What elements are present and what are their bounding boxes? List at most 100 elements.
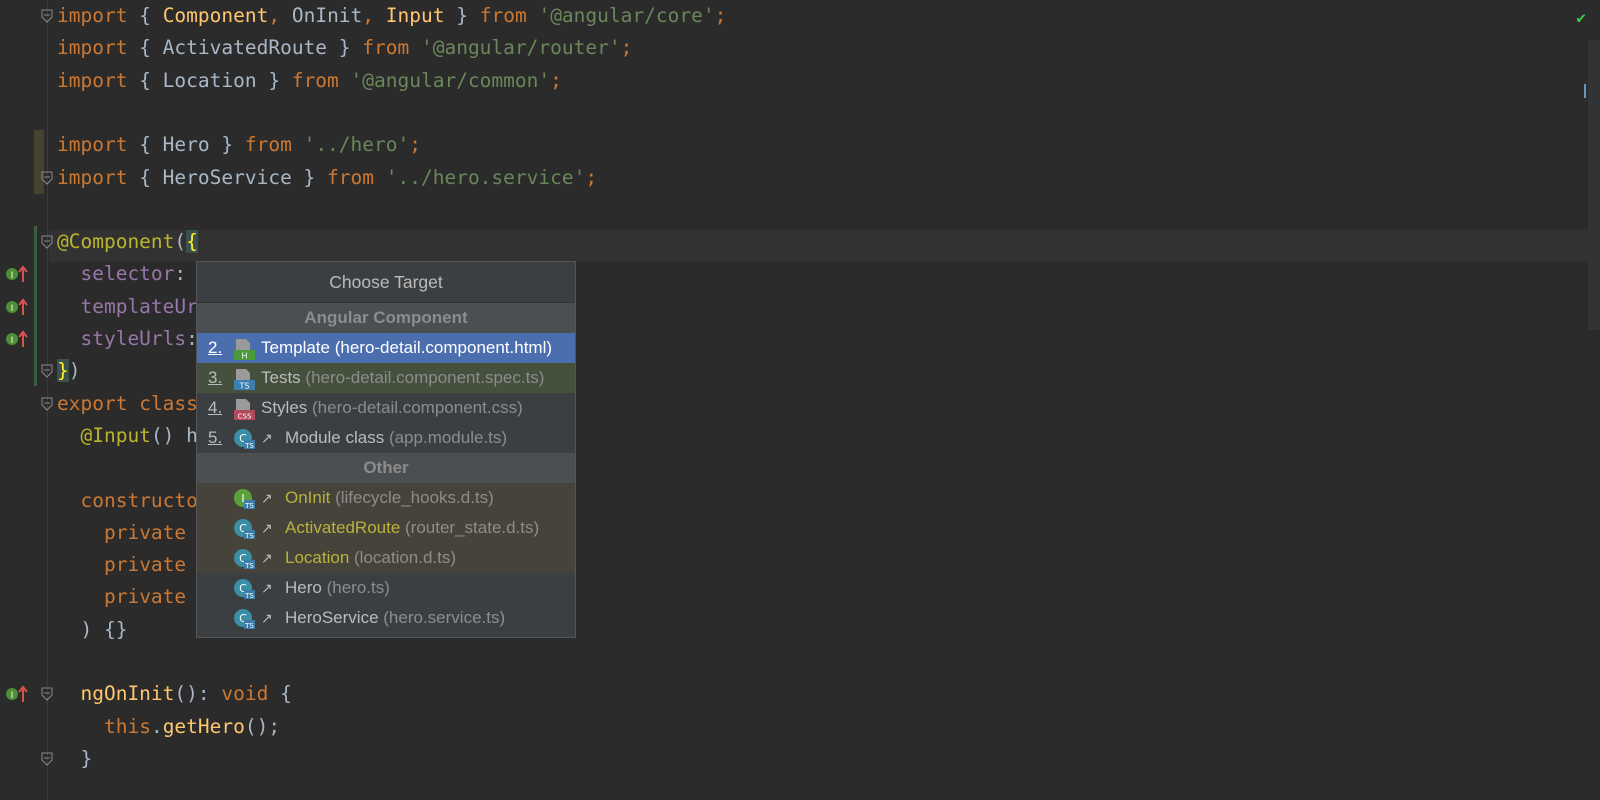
fold-toggle-icon[interactable] — [41, 752, 53, 766]
scrollbar[interactable] — [1588, 40, 1600, 330]
code-token: private — [103, 520, 187, 544]
code-token: ) {} — [57, 617, 128, 641]
target-item-tests[interactable]: 3. TS Tests (hero-detail.component.spec.ts… — [197, 363, 575, 393]
svg-text:TS: TS — [244, 622, 254, 630]
code-token: } — [444, 4, 480, 27]
mnemonic-number: 3. — [208, 368, 223, 387]
code-line[interactable]: import { Hero } from '../hero'; — [57, 129, 421, 161]
code-line[interactable]: ngOnInit(): void { — [57, 678, 291, 710]
code-line[interactable]: selector: — [57, 258, 186, 290]
code-token: ; — [620, 36, 633, 60]
css-file-icon: CSS — [233, 398, 255, 421]
code-line[interactable]: private — [57, 517, 186, 549]
code-line[interactable]: private — [57, 581, 186, 613]
code-token: } — [57, 746, 93, 770]
target-file: (location.d.ts) — [349, 548, 457, 567]
ts-interface-icon: I TS — [233, 488, 255, 510]
code-line[interactable]: import { Location } from '@angular/commo… — [57, 65, 562, 97]
implements-interface-icon[interactable]: I — [4, 264, 30, 284]
target-label: Template (hero-detail.component.html) — [261, 333, 552, 363]
code-token: templateUr — [80, 294, 198, 318]
svg-text:I: I — [11, 271, 14, 281]
fold-toggle-icon[interactable] — [41, 397, 53, 411]
code-line[interactable]: import { HeroService } from '../hero.ser… — [57, 162, 597, 194]
code-line[interactable]: } — [57, 743, 92, 775]
target-item-activatedroute[interactable]: C TS ↗ ActivatedRoute (router_state.d.ts) — [197, 513, 575, 543]
code-token: Component — [162, 4, 269, 27]
target-item-oninit[interactable]: I TS ↗ OnInit (lifecycle_hooks.d.ts) — [197, 483, 575, 513]
target-name: ActivatedRoute — [285, 518, 401, 537]
code-token: Input — [385, 4, 445, 27]
target-file: (hero-detail.component.html) — [329, 338, 553, 357]
target-label: Styles (hero-detail.component.css) — [261, 393, 523, 423]
implements-interface-icon[interactable]: I — [4, 684, 30, 704]
code-token: '../hero.service' — [385, 165, 586, 189]
target-item-hero[interactable]: C TS ↗ Hero (hero.ts) — [197, 573, 575, 603]
target-file: (hero.ts) — [321, 578, 390, 597]
choose-target-popup: Choose Target Angular Component 2. H Templ… — [196, 261, 576, 638]
code-token: ; — [714, 4, 727, 27]
implements-interface-icon[interactable]: I — [4, 297, 30, 317]
code-token: from — [327, 165, 375, 189]
ts-class-icon: C TS — [233, 578, 255, 600]
fold-toggle-icon[interactable] — [41, 9, 53, 23]
target-item-location[interactable]: C TS ↗ Location (location.d.ts) — [197, 543, 575, 573]
code-token: ; — [585, 165, 598, 189]
code-token: import — [57, 68, 128, 92]
code-line[interactable]: @Input() h — [57, 420, 197, 452]
code-token: from — [362, 36, 410, 60]
target-name: Hero — [285, 578, 322, 597]
target-item-styles[interactable]: 4. CSS Styles (hero-detail.component.css) — [197, 393, 575, 423]
code-token: } — [57, 359, 69, 383]
test-file-icon: TS — [233, 368, 255, 391]
target-item-module-class[interactable]: 5. C TS ↗ Module class (app.module.ts) — [197, 423, 575, 453]
code-token: ; — [550, 68, 562, 92]
check-icon[interactable]: ✔ — [1576, 8, 1586, 27]
implements-interface-icon[interactable]: I — [4, 329, 30, 349]
ts-class-icon: C TS — [233, 428, 255, 450]
target-item-template[interactable]: 2. H Template (hero-detail.component.html) — [197, 333, 575, 363]
fold-toggle-icon[interactable] — [41, 235, 53, 249]
code-line[interactable]: }) — [57, 355, 81, 387]
target-name: Location — [285, 548, 350, 567]
code-token: ngOnInit — [80, 682, 175, 706]
code-line[interactable]: @Component({ — [57, 226, 198, 258]
code-token: '@angular/common' — [350, 68, 551, 92]
code-line[interactable]: private — [57, 549, 186, 581]
code-line[interactable]: this.getHero(); — [57, 711, 280, 743]
scrollbar-mark — [1584, 84, 1586, 98]
code-token: '../hero' — [303, 133, 410, 157]
fold-toggle-icon[interactable] — [41, 364, 53, 379]
code-line[interactable]: ) {} — [57, 614, 127, 646]
vcs-change-marker[interactable] — [34, 226, 37, 386]
ts-class-icon: C TS — [233, 608, 255, 630]
code-token: selector — [80, 262, 175, 286]
target-item-heroservice[interactable]: C TS ↗ HeroService (hero.service.ts) — [197, 603, 575, 633]
code-line[interactable]: import { Component, OnInit, Input } from… — [57, 0, 726, 32]
code-line[interactable]: constructo — [57, 485, 198, 517]
code-line[interactable]: import { ActivatedRoute } from '@angular… — [57, 32, 632, 64]
code-token: '@angular/core' — [538, 4, 715, 27]
target-file: (hero-detail.component.spec.ts) — [300, 368, 545, 387]
target-file: (hero.service.ts) — [378, 608, 506, 627]
fold-toggle-icon[interactable] — [41, 171, 53, 185]
code-token: export — [57, 391, 128, 415]
code-token: OnInit — [280, 4, 363, 27]
target-name: OnInit — [285, 488, 331, 507]
code-token: , — [362, 4, 375, 27]
code-token: constructo — [80, 488, 198, 512]
fold-toggle-icon[interactable] — [41, 687, 53, 702]
ts-class-icon: C TS — [233, 548, 255, 570]
code-token: void — [221, 682, 269, 706]
code-token: @Input — [80, 423, 151, 447]
code-token: { — [186, 230, 198, 254]
